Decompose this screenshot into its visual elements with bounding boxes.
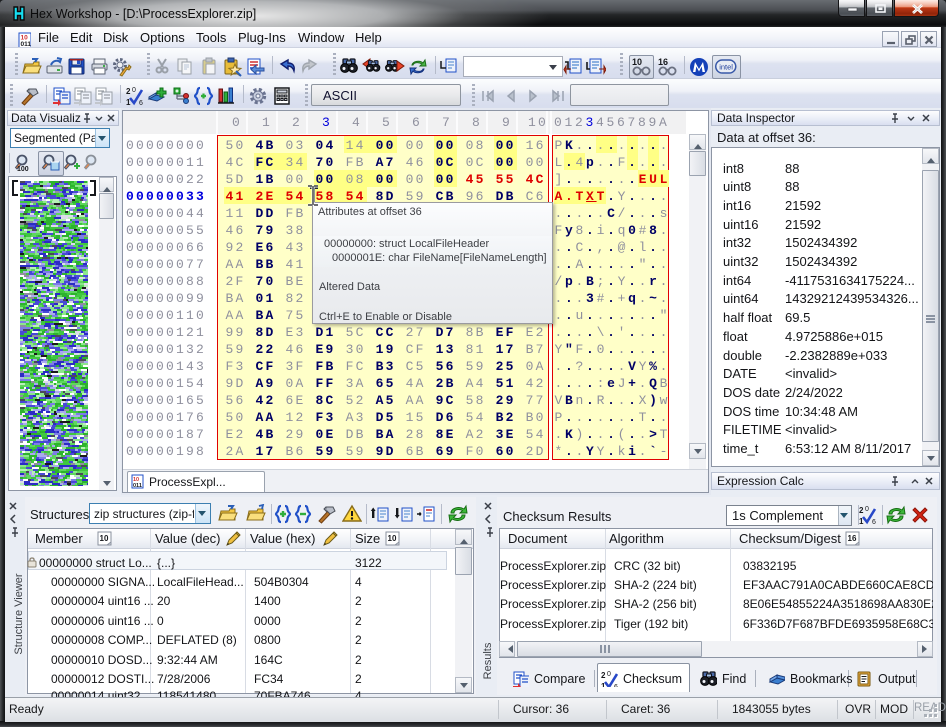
svg-text:10: 10 (100, 534, 109, 543)
svg-text:0: 0 (865, 506, 869, 513)
svg-text:10: 10 (388, 534, 397, 543)
svg-text:2: 2 (126, 87, 131, 96)
svg-text:011: 011 (133, 483, 142, 489)
svg-text:intel: intel (719, 63, 733, 72)
svg-text:6: 6 (614, 684, 618, 687)
svg-text:6: 6 (872, 519, 876, 525)
svg-text:6: 6 (139, 100, 143, 106)
svg-text:011: 011 (21, 41, 32, 47)
svg-text:0: 0 (607, 671, 611, 678)
svg-text:0: 0 (132, 87, 136, 94)
svg-text:2: 2 (601, 671, 606, 680)
svg-text:2: 2 (859, 506, 864, 515)
svg-text:10: 10 (632, 57, 642, 67)
svg-text:100: 100 (17, 166, 29, 173)
svg-text:16: 16 (658, 57, 668, 67)
svg-text:16: 16 (848, 534, 857, 543)
